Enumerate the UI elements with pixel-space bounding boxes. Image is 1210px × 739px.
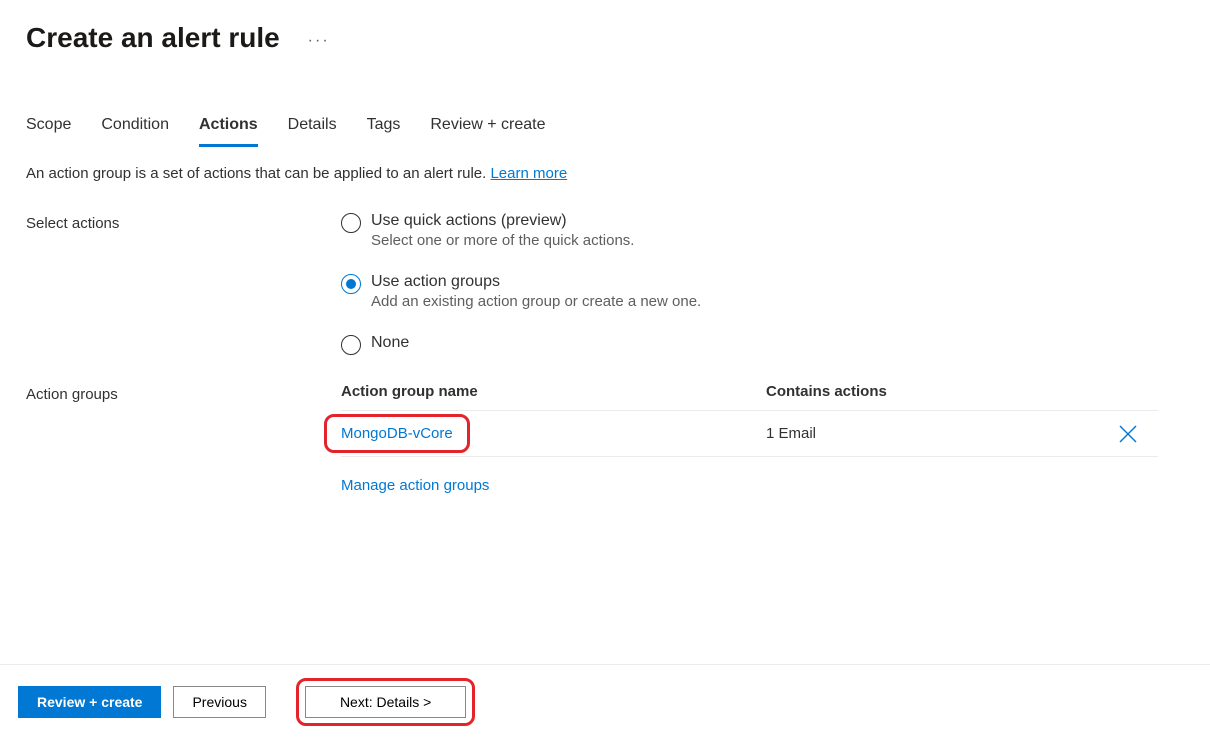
tab-condition[interactable]: Condition xyxy=(101,116,169,147)
more-actions-button[interactable]: ··· xyxy=(308,26,330,50)
col-header-contains: Contains actions xyxy=(766,383,1118,400)
action-groups-label: Action groups xyxy=(26,383,341,494)
tab-review-create[interactable]: Review + create xyxy=(430,116,545,147)
manage-action-groups-link[interactable]: Manage action groups xyxy=(341,477,489,494)
action-group-name-link[interactable]: MongoDB-vCore xyxy=(324,414,470,453)
page-title: Create an alert rule xyxy=(26,22,280,54)
radio-quick-actions-sub: Select one or more of the quick actions. xyxy=(371,232,634,249)
table-row: MongoDB-vCore 1 Email xyxy=(341,411,1158,457)
highlight-annotation: Next: Details > xyxy=(296,678,475,726)
footer-bar: Review + create Previous Next: Details > xyxy=(0,664,1210,739)
col-header-name: Action group name xyxy=(341,383,766,400)
radio-quick-actions-label: Use quick actions (preview) xyxy=(371,212,634,230)
radio-action-groups[interactable] xyxy=(341,274,361,294)
remove-row-icon[interactable] xyxy=(1118,424,1158,444)
previous-button[interactable]: Previous xyxy=(173,686,265,718)
radio-none-label: None xyxy=(371,334,409,352)
tab-details[interactable]: Details xyxy=(288,116,337,147)
learn-more-link[interactable]: Learn more xyxy=(490,165,567,182)
tab-actions[interactable]: Actions xyxy=(199,116,258,147)
description-body: An action group is a set of actions that… xyxy=(26,165,490,182)
tab-tags[interactable]: Tags xyxy=(367,116,401,147)
action-group-contains: 1 Email xyxy=(766,425,1118,442)
radio-quick-actions[interactable] xyxy=(341,213,361,233)
radio-action-groups-sub: Add an existing action group or create a… xyxy=(371,293,701,310)
tab-scope[interactable]: Scope xyxy=(26,116,71,147)
radio-action-groups-label: Use action groups xyxy=(371,273,701,291)
radio-none[interactable] xyxy=(341,335,361,355)
review-create-button[interactable]: Review + create xyxy=(18,686,161,718)
wizard-tabs: Scope Condition Actions Details Tags Rev… xyxy=(0,54,1210,147)
description-text: An action group is a set of actions that… xyxy=(26,165,1184,182)
select-actions-label: Select actions xyxy=(26,212,341,355)
action-groups-header: Action group name Contains actions xyxy=(341,383,1158,411)
next-details-button[interactable]: Next: Details > xyxy=(305,686,466,718)
